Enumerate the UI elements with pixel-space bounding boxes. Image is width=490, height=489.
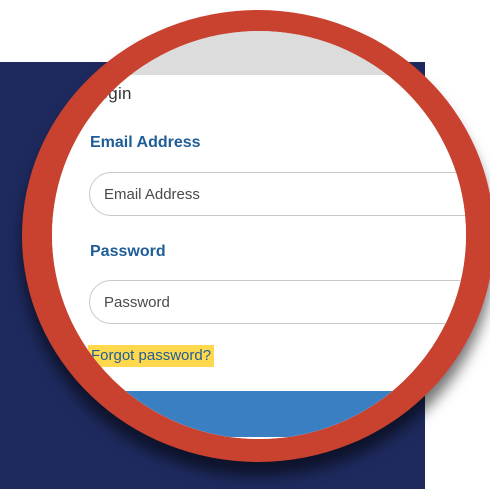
magnifier-lens: Login Email Address Password Forgot pass…	[52, 31, 466, 439]
forgot-password-link[interactable]: Forgot password?	[88, 345, 215, 367]
login-page: Login Email Address Password Forgot pass…	[52, 31, 466, 439]
password-input[interactable]	[89, 280, 466, 324]
email-input[interactable]	[89, 172, 466, 216]
top-bar	[52, 31, 466, 75]
email-label: Email Address	[90, 134, 201, 151]
password-label: Password	[90, 243, 166, 260]
login-heading: Login	[89, 84, 132, 103]
login-button[interactable]: Login	[96, 391, 466, 437]
